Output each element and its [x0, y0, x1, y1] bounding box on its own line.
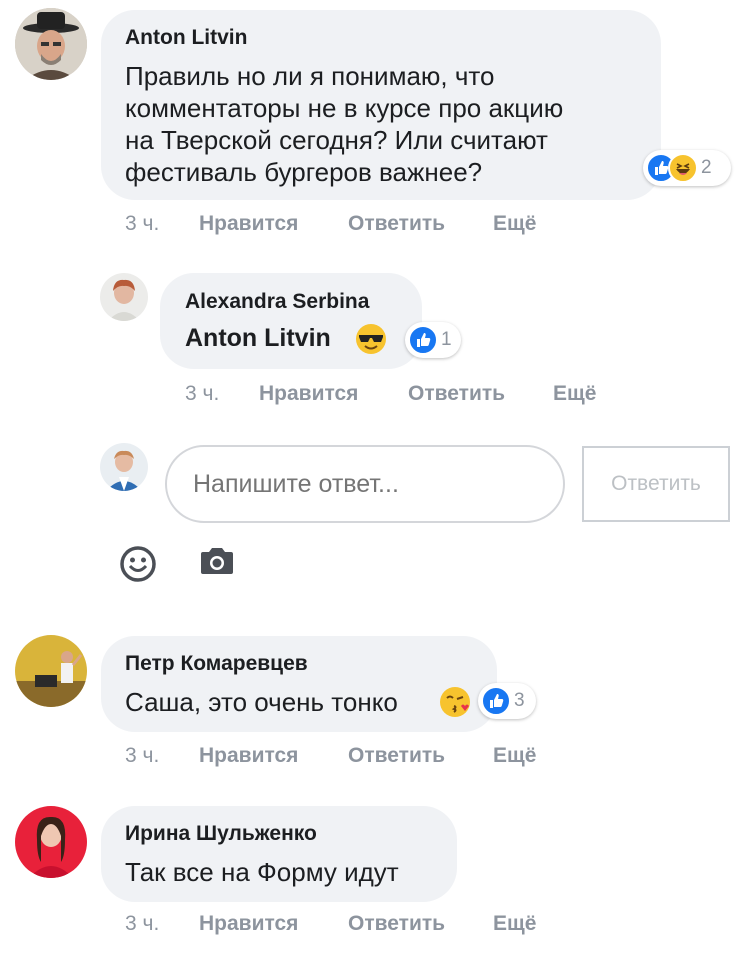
- haha-icon: [668, 153, 698, 183]
- camera-icon[interactable]: [198, 546, 236, 578]
- reply-input[interactable]: [165, 445, 565, 523]
- comment-author[interactable]: Ирина Шульженко: [125, 822, 317, 846]
- like-link[interactable]: Нравится: [259, 382, 358, 406]
- comment-actions: 3 ч. Нравится Ответить Ещё: [185, 382, 685, 408]
- comment-author[interactable]: Alexandra Serbina: [185, 290, 369, 314]
- comment-text: Правиль но ли я понимаю, что комментатор…: [125, 60, 563, 188]
- avatar-alexandra-image: [100, 273, 148, 321]
- comment-actions: 3 ч. Нравится Ответить Ещё: [125, 912, 625, 938]
- more-link[interactable]: Ещё: [553, 382, 596, 406]
- comment-text-line: на Тверской сегодня? Или считают: [125, 125, 548, 155]
- more-link[interactable]: Ещё: [493, 912, 536, 936]
- comment-actions: 3 ч. Нравится Ответить Ещё: [125, 212, 625, 238]
- like-icon: [408, 325, 438, 355]
- avatar[interactable]: [100, 273, 148, 321]
- avatar[interactable]: [15, 8, 87, 80]
- reaction-count: 3: [514, 690, 525, 711]
- reply-link[interactable]: Ответить: [348, 912, 445, 936]
- comment-text: Саша, это очень тонко: [125, 687, 398, 717]
- submit-reply-button[interactable]: Ответить: [582, 446, 730, 522]
- comment-timestamp[interactable]: 3 ч.: [125, 212, 159, 236]
- comment-author[interactable]: Петр Комаревцев: [125, 652, 308, 676]
- comment-text-line: комментаторы не в курсе про акцию: [125, 93, 564, 123]
- reply-link[interactable]: Ответить: [348, 212, 445, 236]
- avatar-current-user-image: [100, 443, 148, 491]
- more-link[interactable]: Ещё: [493, 744, 536, 768]
- like-icon: [481, 686, 511, 716]
- comment-text-line: Правиль но ли я понимаю, что: [125, 61, 495, 91]
- avatar-anton-image: [15, 8, 87, 80]
- like-link[interactable]: Нравится: [199, 744, 298, 768]
- avatar[interactable]: [15, 635, 87, 707]
- mention-link[interactable]: Anton Litvin: [185, 324, 331, 353]
- reactions-summary[interactable]: 3: [478, 683, 536, 719]
- comment-timestamp[interactable]: 3 ч.: [125, 744, 159, 768]
- more-link[interactable]: Ещё: [493, 212, 536, 236]
- sunglasses-emoji-icon: [355, 323, 387, 355]
- kiss-emoji-icon: [439, 686, 471, 718]
- reactions-summary[interactable]: 2: [643, 150, 731, 186]
- reply-link[interactable]: Ответить: [348, 744, 445, 768]
- reply-link[interactable]: Ответить: [408, 382, 505, 406]
- comment-actions: 3 ч. Нравится Ответить Ещё: [125, 744, 625, 770]
- like-link[interactable]: Нравится: [199, 212, 298, 236]
- comment-text-line: фестиваль бургеров важнее?: [125, 157, 483, 187]
- reaction-count: 2: [701, 157, 712, 178]
- avatar-irina-image: [15, 806, 87, 878]
- comment-timestamp[interactable]: 3 ч.: [125, 912, 159, 936]
- comment-author[interactable]: Anton Litvin: [125, 26, 247, 50]
- comment-text: Так все на Форму идут: [125, 857, 399, 887]
- reaction-count: 1: [441, 329, 452, 350]
- like-link[interactable]: Нравится: [199, 912, 298, 936]
- avatar: [100, 443, 148, 491]
- emoji-icon[interactable]: [119, 545, 157, 583]
- avatar-petr-image: [15, 635, 87, 707]
- avatar[interactable]: [15, 806, 87, 878]
- reactions-summary[interactable]: 1: [405, 322, 461, 358]
- comment-timestamp[interactable]: 3 ч.: [185, 382, 219, 406]
